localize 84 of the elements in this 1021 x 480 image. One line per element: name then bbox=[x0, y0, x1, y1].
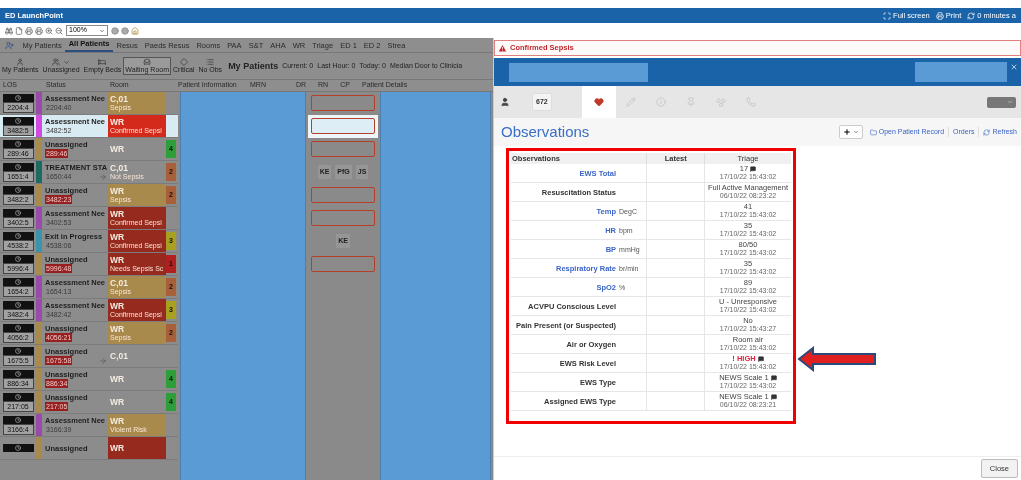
clock-icon bbox=[15, 94, 21, 101]
warning-icon bbox=[498, 43, 507, 53]
toggle-button[interactable] bbox=[987, 96, 1016, 108]
room-text: WR bbox=[110, 324, 126, 334]
page-icon[interactable] bbox=[15, 26, 23, 35]
refresh-icon bbox=[967, 11, 976, 20]
zoom-out-icon[interactable] bbox=[55, 26, 63, 35]
room-text: C,01 bbox=[110, 163, 129, 173]
room-text: WR bbox=[110, 255, 126, 265]
clock-icon bbox=[15, 140, 21, 147]
heart-icon bbox=[593, 97, 604, 107]
page-title: Observations bbox=[501, 121, 590, 142]
add-button[interactable] bbox=[838, 125, 863, 139]
phone-icon bbox=[745, 97, 756, 107]
room-text: WR bbox=[110, 117, 126, 127]
staff-field[interactable] bbox=[311, 141, 375, 157]
clock-icon bbox=[15, 301, 21, 308]
clock-icon bbox=[15, 370, 21, 377]
room-text: WR bbox=[110, 443, 126, 453]
staff-field[interactable] bbox=[311, 95, 375, 111]
list-icon bbox=[206, 58, 215, 66]
room-text: WR bbox=[110, 186, 126, 196]
comment-icon[interactable] bbox=[770, 375, 777, 382]
folder-icon bbox=[869, 128, 877, 136]
print-icon bbox=[935, 11, 944, 20]
caret-icon bbox=[852, 129, 859, 135]
room-text: C,01 bbox=[110, 94, 129, 104]
comment-icon[interactable] bbox=[750, 166, 757, 173]
arrow-icon bbox=[99, 356, 107, 365]
radiation-icon bbox=[715, 97, 726, 107]
comment-icon[interactable] bbox=[770, 394, 777, 401]
staff-field[interactable] bbox=[311, 187, 375, 203]
zoom-in-icon[interactable] bbox=[45, 26, 53, 35]
room-text: WR bbox=[110, 144, 126, 154]
clock-icon bbox=[15, 347, 21, 354]
person-icon bbox=[16, 58, 25, 66]
chair-icon bbox=[143, 58, 152, 66]
room-text: WR bbox=[110, 232, 126, 242]
binoculars-icon[interactable] bbox=[5, 26, 13, 35]
room-text: WR bbox=[110, 397, 126, 407]
arrow-icon bbox=[797, 346, 877, 372]
clock-icon bbox=[15, 416, 21, 423]
people-icon bbox=[52, 58, 61, 66]
room-text: WR bbox=[110, 374, 126, 384]
clock-icon bbox=[15, 445, 21, 451]
print-icon[interactable] bbox=[25, 26, 33, 35]
clock-icon bbox=[15, 209, 21, 216]
clock-icon bbox=[15, 117, 21, 124]
panel-tab[interactable] bbox=[581, 86, 616, 118]
circle-icon[interactable] bbox=[111, 26, 119, 35]
circle-icon[interactable] bbox=[121, 26, 129, 35]
person-icon bbox=[500, 97, 510, 107]
minus-icon bbox=[1007, 99, 1013, 105]
pencil-icon bbox=[625, 97, 636, 107]
room-text: WR bbox=[110, 301, 126, 311]
caret-icon bbox=[63, 58, 71, 66]
section-title: My Patients bbox=[228, 61, 279, 71]
room-text: C,01 bbox=[110, 351, 129, 361]
room-text: WR bbox=[110, 209, 126, 219]
room-text: C,01 bbox=[110, 278, 129, 288]
fullscreen-icon bbox=[883, 11, 892, 20]
pin-icon bbox=[685, 97, 696, 107]
refresh-icon bbox=[983, 128, 991, 136]
comment-icon[interactable] bbox=[757, 356, 764, 363]
staff-field[interactable] bbox=[311, 210, 375, 226]
home-icon[interactable] bbox=[131, 26, 139, 35]
clock-icon bbox=[15, 186, 21, 193]
arrow-icon bbox=[99, 172, 107, 181]
staff-field[interactable] bbox=[311, 256, 375, 272]
clock-icon bbox=[15, 232, 21, 239]
clock-icon bbox=[15, 163, 21, 170]
diamond-icon bbox=[179, 58, 188, 66]
clock-icon bbox=[15, 393, 21, 400]
staff-field[interactable] bbox=[311, 118, 375, 134]
room-text: WR bbox=[110, 416, 126, 426]
clock-icon bbox=[15, 278, 21, 285]
close-icon[interactable] bbox=[1010, 63, 1018, 71]
bed-icon bbox=[98, 58, 107, 66]
print-icon[interactable] bbox=[35, 26, 43, 35]
clock-icon bbox=[15, 255, 21, 262]
caret-icon bbox=[99, 27, 105, 34]
clock-icon bbox=[15, 324, 21, 331]
plus-icon bbox=[842, 128, 851, 136]
add-patient-icon[interactable] bbox=[5, 41, 14, 50]
